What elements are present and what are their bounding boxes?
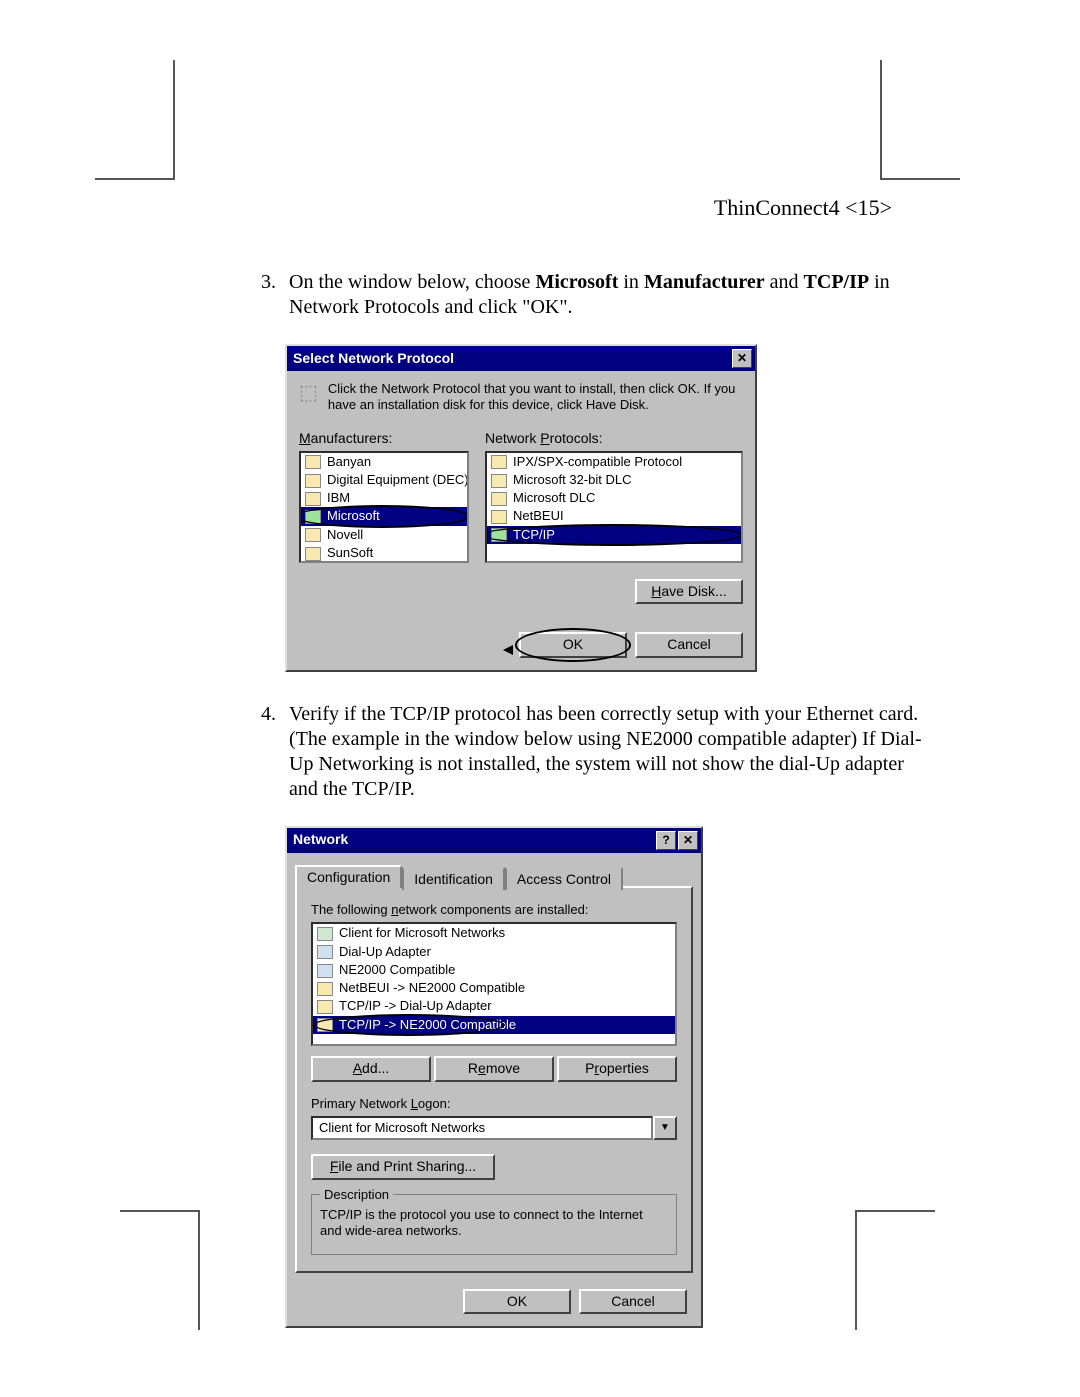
tab-configuration[interactable]: Configuration [295,865,402,889]
crop-mark [880,60,960,180]
primary-logon-label: Primary Network Logon: [311,1096,677,1112]
ok-button[interactable]: OK [463,1289,571,1315]
titlebar[interactable]: Select Network Protocol ✕ [287,346,755,371]
remove-button[interactable]: Remove [434,1056,554,1082]
properties-button[interactable]: Properties [557,1056,677,1082]
tabs: Configuration Identification Access Cont… [295,865,693,889]
dialog-title: Network [293,831,348,849]
select-network-protocol-dialog: Select Network Protocol ✕ ⬚ Click the Ne… [285,344,757,672]
components-list[interactable]: Client for Microsoft Networks Dial-Up Ad… [311,922,677,1046]
page-header: ThinConnect4 <15> [0,195,1080,221]
file-print-sharing-button[interactable]: File and Print Sharing... [311,1154,495,1180]
protocol-icon: ⬚ [299,381,318,405]
close-icon[interactable]: ✕ [678,831,698,850]
dialog-hint: Click the Network Protocol that you want… [328,381,743,412]
components-label: The following network components are ins… [311,902,677,918]
primary-logon-combo[interactable]: Client for Microsoft Networks ▼ [311,1116,677,1140]
close-icon[interactable]: ✕ [732,349,752,368]
titlebar[interactable]: Network ? ✕ [287,828,701,853]
manufacturers-list[interactable]: Banyan Digital Equipment (DEC) IBM Micro… [299,451,469,563]
add-button[interactable]: Add... [311,1056,431,1082]
have-disk-button[interactable]: Have Disk... [635,579,743,605]
crop-mark [95,60,175,180]
manufacturer-microsoft[interactable]: Microsoft [301,507,467,525]
network-dialog: Network ? ✕ Configuration Identification… [285,826,703,1329]
help-icon[interactable]: ? [656,831,676,850]
step-3: On the window below, choose Microsoft in… [281,270,937,672]
chevron-down-icon[interactable]: ▼ [653,1116,677,1140]
tab-access-control[interactable]: Access Control [505,867,623,891]
protocols-list[interactable]: IPX/SPX-compatible Protocol Microsoft 32… [485,451,743,563]
protocols-label: Network Protocols: [485,430,743,448]
component-tcpip-ne2000[interactable]: TCP/IP -> NE2000 Compatible [313,1016,675,1034]
ok-button[interactable]: OK [519,632,627,658]
crop-mark [120,1210,200,1330]
protocol-tcpip[interactable]: TCP/IP [487,526,741,544]
cancel-button[interactable]: Cancel [635,632,743,658]
description-box: Description TCP/IP is the protocol you u… [311,1194,677,1255]
step-4: Verify if the TCP/IP protocol has been c… [281,702,937,1329]
cancel-button[interactable]: Cancel [579,1289,687,1315]
manufacturers-label: Manufacturers: [299,430,469,448]
dialog-title: Select Network Protocol [293,350,454,368]
tab-identification[interactable]: Identification [402,867,505,891]
